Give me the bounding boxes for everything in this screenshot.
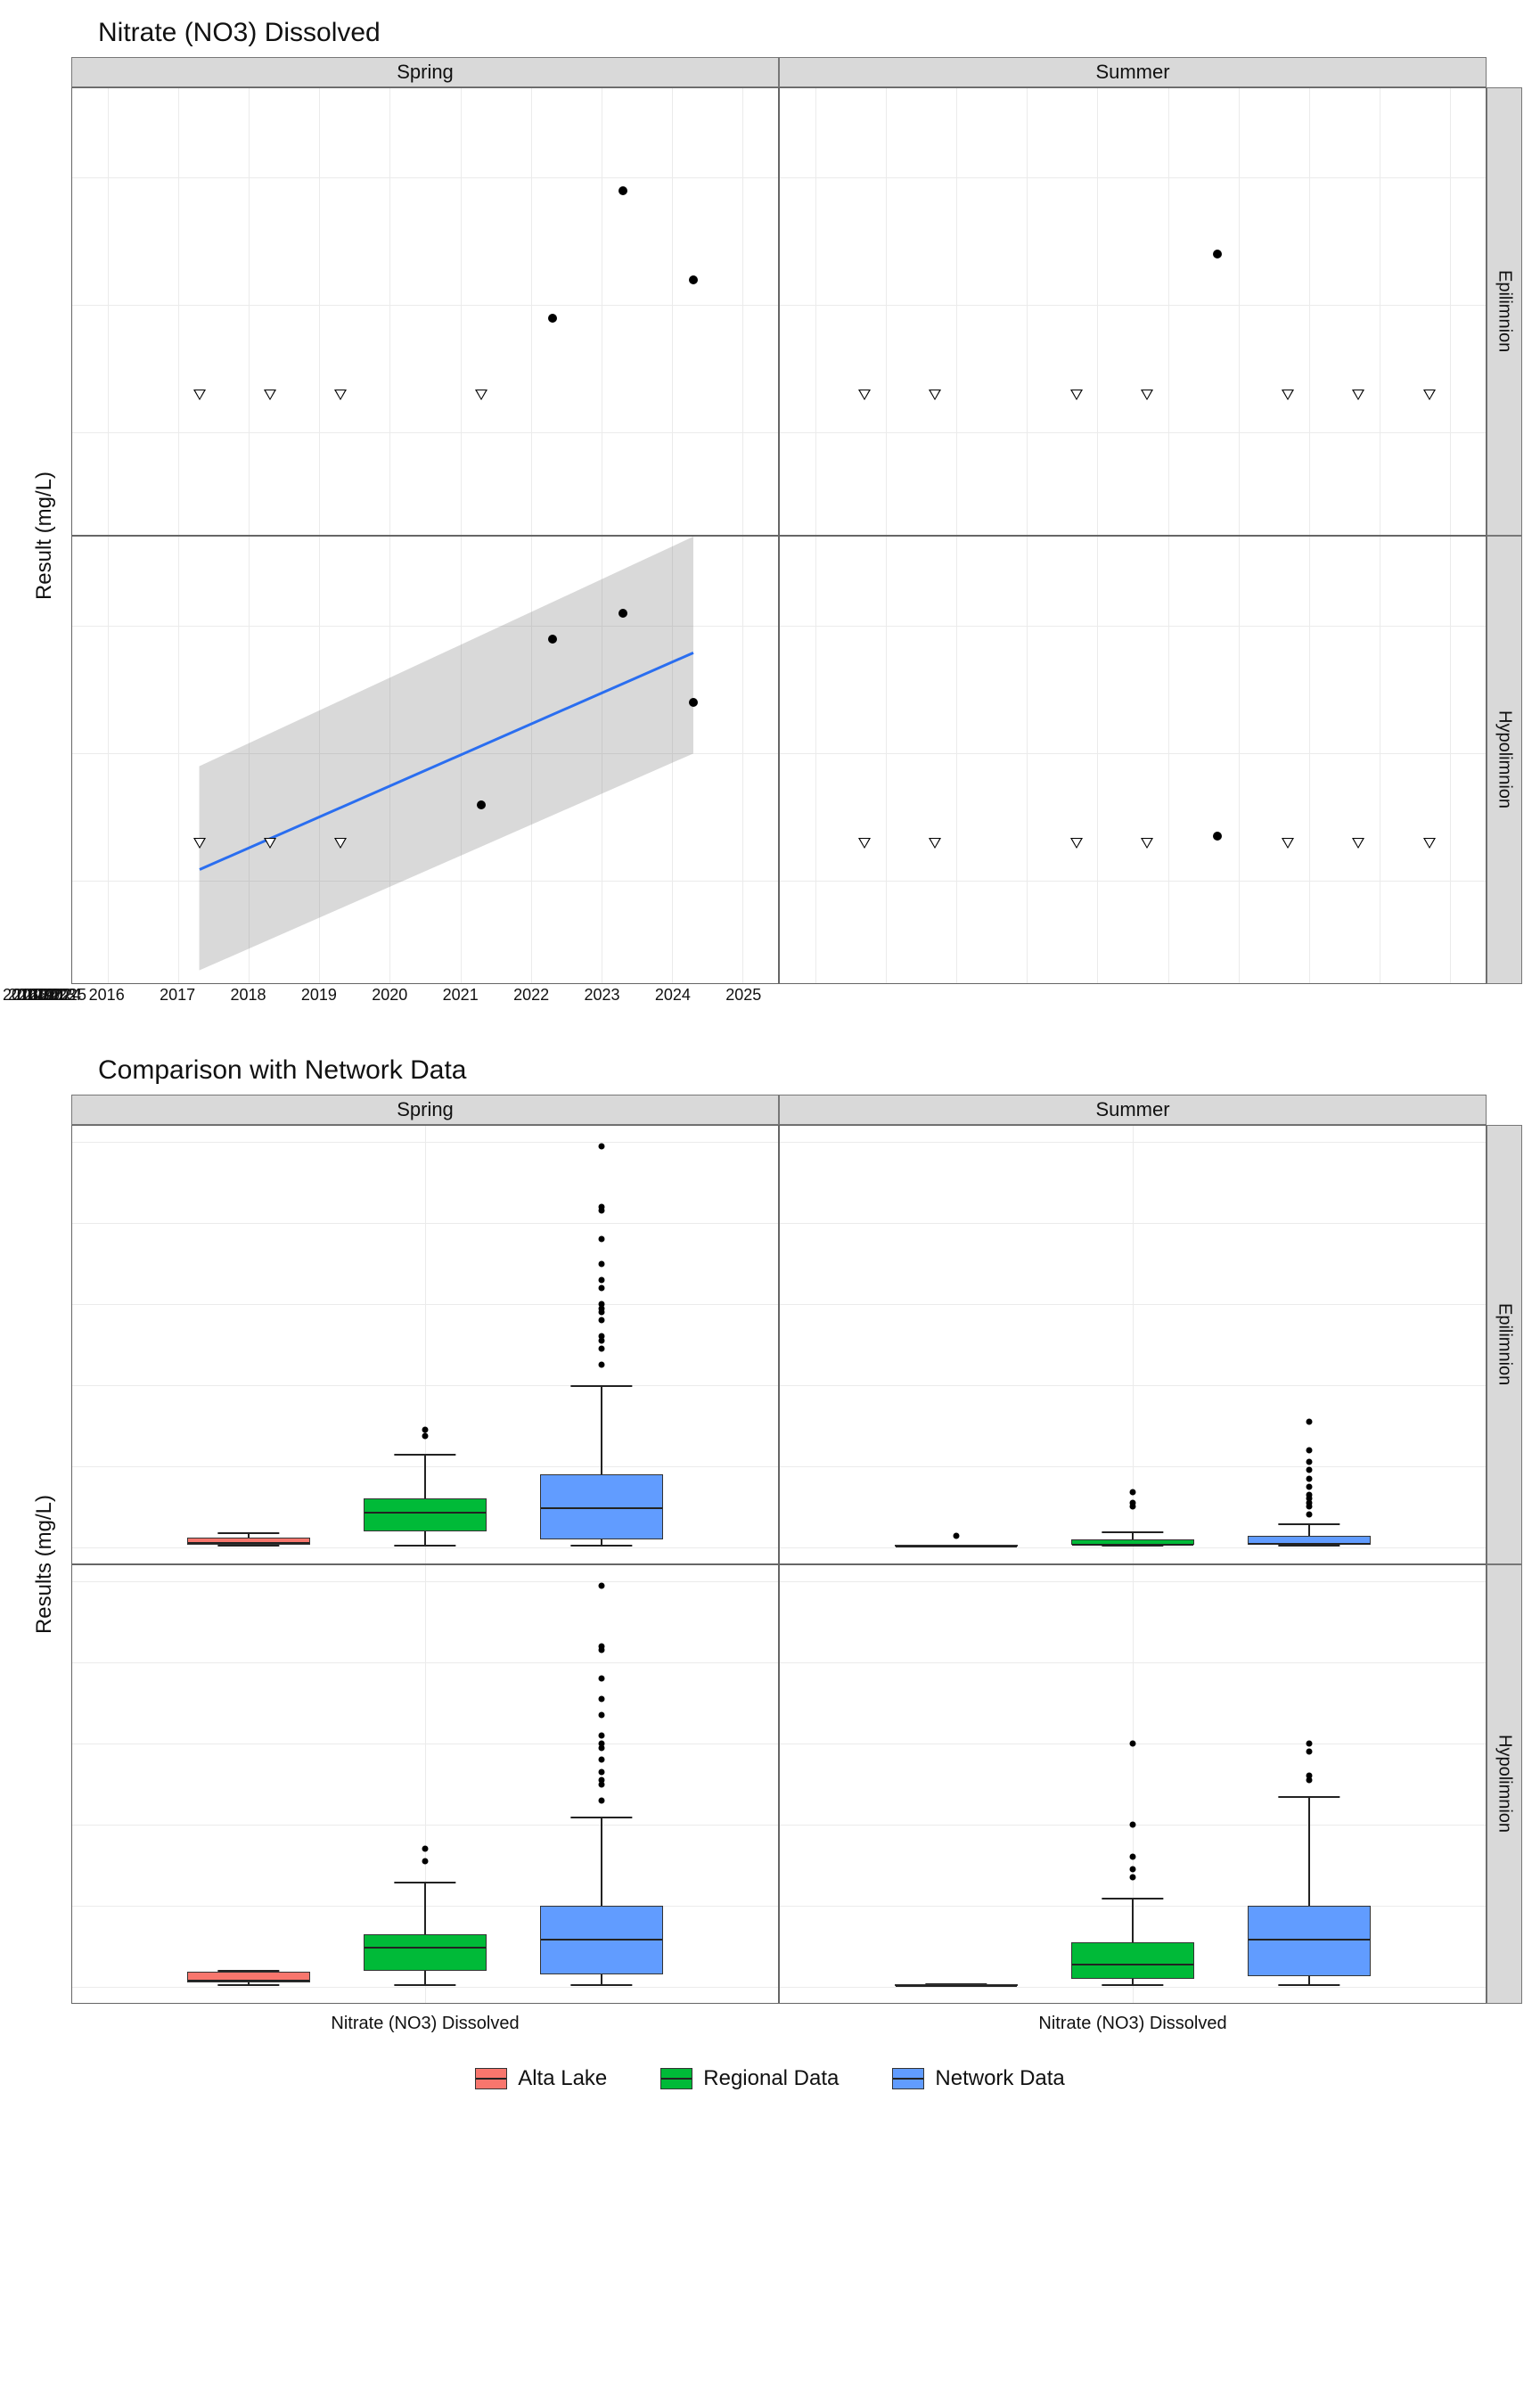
panel-summer-epi [779, 87, 1487, 536]
legend-key-icon [892, 2068, 924, 2089]
panel-summer-hypo [779, 1564, 1487, 2004]
panel-spring-hypo: 0.00 0.01 0.02 [71, 536, 779, 984]
legend: Alta Lake Regional Data Network Data [18, 2066, 1522, 2091]
col-strip-summer: Summer [779, 57, 1487, 87]
panel-spring-epi: 0.00 0.01 0.02 [71, 87, 779, 536]
col-strip-summer: Summer [779, 1095, 1487, 1125]
col-strip-spring: Spring [71, 57, 779, 87]
x-axis-right: 2016201720182019202020212022202320242025 [71, 984, 779, 1020]
row-strip-hypo: Hypolimnion [1487, 536, 1522, 984]
row-strip-epi: Epilimnion [1487, 1125, 1522, 1564]
legend-item-regional: Regional Data [660, 2066, 839, 2091]
panel-summer-hypo [779, 536, 1487, 984]
legend-label: Alta Lake [518, 2066, 607, 2091]
panel-spring-epi: 0.0 0.1 0.2 0.3 0.4 0.5 [71, 1125, 779, 1564]
x-axis-left: 2016201720182019202020212022202320242025 [18, 984, 71, 1020]
legend-item-network: Network Data [892, 2066, 1064, 2091]
figure-boxplot: Comparison with Network Data Spring Summ… [18, 1055, 1522, 2091]
legend-key-icon [660, 2068, 692, 2089]
y-axis-title: Results (mg/L) [18, 1125, 71, 2004]
figure-title: Nitrate (NO3) Dissolved [98, 18, 1522, 48]
legend-key-icon [475, 2068, 507, 2089]
y-axis-title: Result (mg/L) [18, 87, 71, 984]
col-strip-spring: Spring [71, 1095, 779, 1125]
figure-scatter: Nitrate (NO3) Dissolved Spring Summer Re… [18, 18, 1522, 1020]
figure-title: Comparison with Network Data [98, 1055, 1522, 1086]
panel-spring-hypo: 0.0 0.1 0.2 0.3 0.4 0.5 [71, 1564, 779, 2004]
legend-item-alta: Alta Lake [475, 2066, 607, 2091]
row-strip-epi: Epilimnion [1487, 87, 1522, 536]
legend-label: Regional Data [703, 2066, 839, 2091]
panel-summer-epi [779, 1125, 1487, 1564]
legend-label: Network Data [935, 2066, 1064, 2091]
x-axis-right: Nitrate (NO3) Dissolved [779, 2004, 1487, 2039]
x-axis-left: Nitrate (NO3) Dissolved [71, 2004, 779, 2039]
row-strip-hypo: Hypolimnion [1487, 1564, 1522, 2004]
